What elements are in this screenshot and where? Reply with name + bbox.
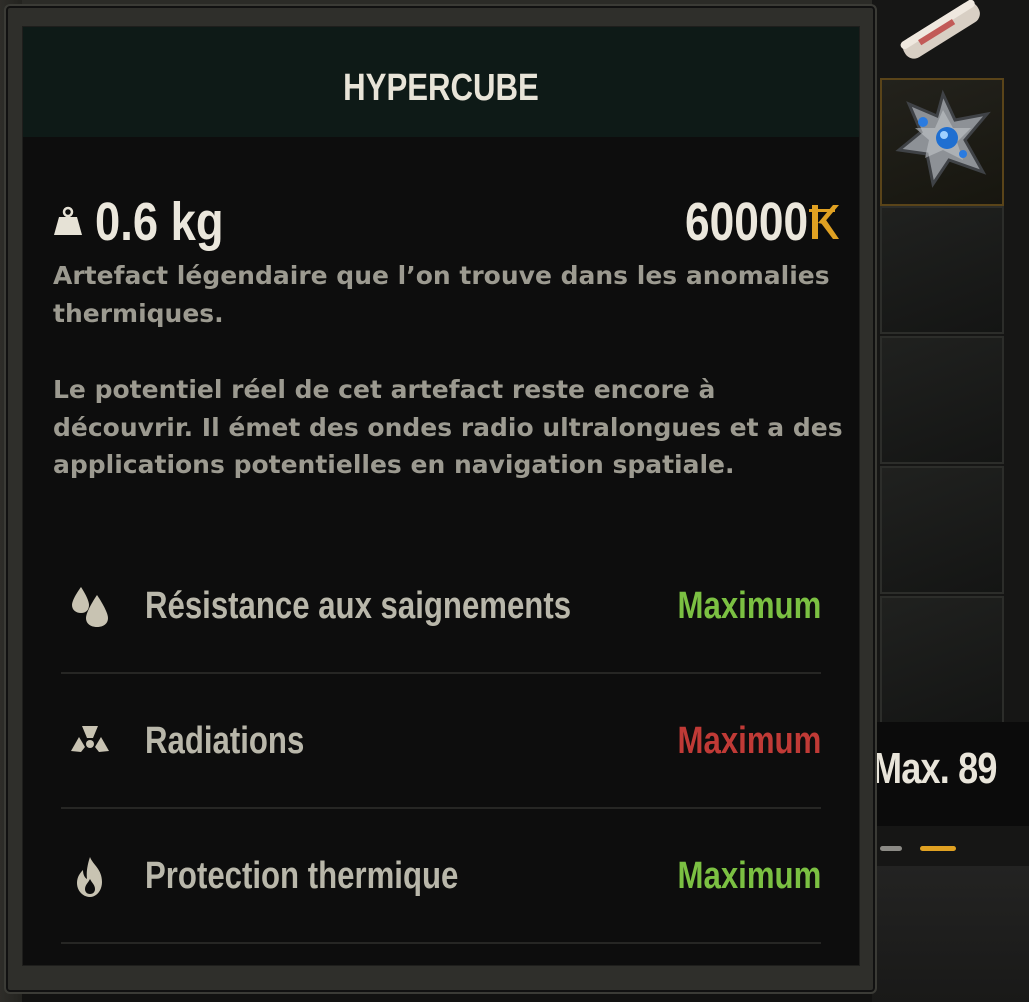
- item-description-details: Le potentiel réel de cet artefact reste …: [53, 375, 843, 479]
- page-indicator[interactable]: [876, 840, 976, 858]
- inventory-slot[interactable]: [880, 206, 1004, 334]
- currency-icon: [809, 205, 839, 239]
- effect-row-thermal-protection: Protection thermique Maximum: [61, 827, 821, 944]
- capsule-item-icon[interactable]: [890, 0, 990, 60]
- effect-value: Maximum: [677, 585, 821, 627]
- effect-value: Maximum: [677, 855, 821, 897]
- effect-value: Maximum: [677, 720, 821, 762]
- effect-name: Résistance aux saignements: [145, 585, 572, 627]
- item-price: 60000: [658, 191, 839, 255]
- effect-name: Protection thermique: [145, 855, 459, 897]
- item-price-value: 60000: [684, 192, 808, 252]
- page-dot[interactable]: [880, 846, 902, 851]
- item-tooltip: HYPERCUBE 0.6 kg 60000 Artefact légendai…: [4, 4, 877, 994]
- page-dot-active[interactable]: [920, 846, 956, 851]
- flame-icon: [77, 857, 102, 897]
- inventory-slot[interactable]: [880, 466, 1004, 594]
- effect-row-radiation: Radiations Maximum: [61, 692, 821, 809]
- divider: [61, 672, 821, 674]
- item-description-lore: Artefact légendaire que l’on trouve dans…: [53, 261, 830, 328]
- radiation-icon: [71, 726, 109, 752]
- effect-name: Radiations: [145, 720, 305, 762]
- inventory-slot[interactable]: [880, 596, 1004, 724]
- effect-row-bleeding-resistance: Résistance aux saignements Maximum: [61, 557, 821, 674]
- weight-icon: [54, 206, 82, 235]
- hypercube-artifact-icon: [895, 89, 991, 188]
- divider: [61, 942, 821, 944]
- item-stats-row: 0.6 kg 60000: [53, 189, 839, 259]
- item-title: HYPERCUBE: [343, 67, 539, 109]
- divider: [61, 807, 821, 809]
- background-bottom-panel: [872, 866, 1029, 1002]
- tooltip-body: HYPERCUBE 0.6 kg 60000 Artefact légendai…: [22, 26, 860, 966]
- game-inventory-screen: Max. 89 HYPERCUBE 0.6 kg 60000 Artefact …: [0, 0, 1029, 1002]
- item-weight: 0.6 kg: [95, 192, 224, 252]
- container-limit-text: Max. 89: [872, 744, 997, 793]
- inventory-slot[interactable]: [880, 336, 1004, 464]
- bleeding-drops-icon: [72, 587, 108, 627]
- tooltip-header: HYPERCUBE: [23, 27, 859, 137]
